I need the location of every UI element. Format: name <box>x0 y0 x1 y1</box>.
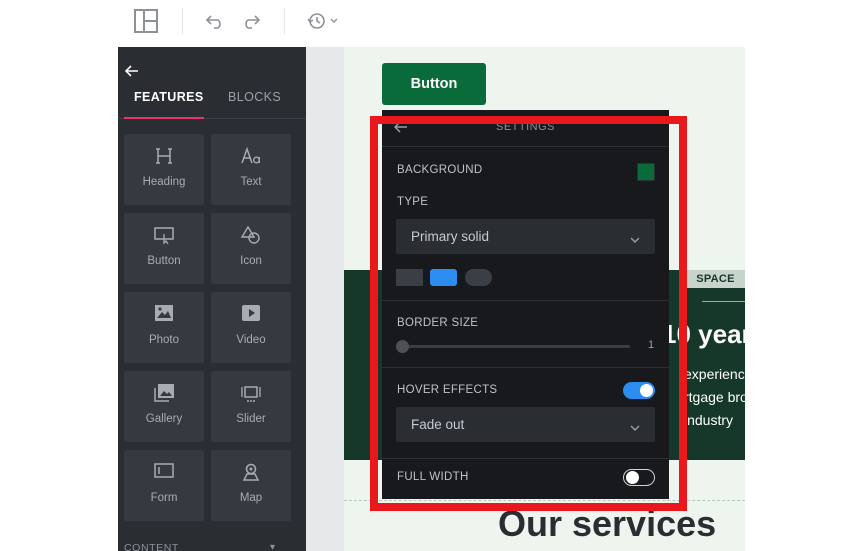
feature-tile-button[interactable]: Button <box>124 213 204 284</box>
active-tab-indicator <box>124 117 204 119</box>
form-icon <box>124 462 204 484</box>
feature-tile-text[interactable]: Text <box>211 134 291 205</box>
feature-tile-photo[interactable]: Photo <box>124 292 204 363</box>
shape-square-option[interactable] <box>396 269 423 286</box>
background-label: BACKGROUND <box>397 164 483 176</box>
feature-tile-map[interactable]: Map <box>211 450 291 521</box>
type-select[interactable]: Primary solid <box>396 219 655 254</box>
tile-label: Photo <box>148 334 180 346</box>
feature-tile-video[interactable]: Video <box>211 292 291 363</box>
layout-panels-icon[interactable] <box>130 6 162 36</box>
site-button[interactable]: Button <box>382 63 486 105</box>
toggle-knob <box>625 470 639 484</box>
border-size-slider[interactable] <box>400 345 630 348</box>
shape-rounded-option[interactable] <box>430 269 457 286</box>
tile-label: Video <box>236 334 266 346</box>
button-settings-popup: SETTINGS BACKGROUND TYPE Primary solid B… <box>382 110 669 499</box>
gallery-icon <box>124 383 204 405</box>
divider <box>382 458 669 459</box>
feature-tile-heading[interactable]: Heading <box>124 134 204 205</box>
toggle-knob <box>640 384 653 397</box>
divider <box>382 300 669 301</box>
settings-title: SETTINGS <box>495 121 555 133</box>
back-arrow-icon[interactable] <box>124 63 140 79</box>
hero-text-line: rtgage broke <box>684 389 745 405</box>
border-size-label: BORDER SIZE <box>397 317 479 329</box>
tile-label: Map <box>239 492 263 504</box>
top-toolbar <box>0 0 862 44</box>
tile-label: Icon <box>240 255 262 267</box>
hero-text-line: experience in <box>684 366 745 382</box>
tile-label: Button <box>147 255 181 267</box>
services-heading: Our services <box>498 503 717 544</box>
canvas-margin <box>745 47 862 551</box>
text-icon <box>211 146 291 168</box>
hover-effect-value: Fade out <box>411 417 465 432</box>
tile-label: Heading <box>142 176 186 188</box>
toolbar-divider <box>182 8 183 34</box>
shapes-icon <box>211 225 291 247</box>
heading-icon <box>124 146 204 168</box>
feature-tile-slider[interactable]: Slider <box>211 371 291 442</box>
map-pin-icon <box>211 462 291 484</box>
chevron-down-icon <box>630 419 640 437</box>
button-icon <box>124 225 204 247</box>
hover-effects-label: HOVER EFFECTS <box>397 384 498 396</box>
hero-heading: 10 year <box>662 319 745 349</box>
full-width-label: FULL WIDTH <box>397 471 469 483</box>
tile-label: Gallery <box>145 413 183 425</box>
photo-icon <box>124 304 204 326</box>
content-section-header[interactable]: CONTENT <box>124 542 179 551</box>
tile-label: Form <box>150 492 178 504</box>
type-select-value: Primary solid <box>411 229 490 244</box>
tile-label: Slider <box>236 413 266 425</box>
divider <box>382 367 669 368</box>
full-width-toggle[interactable] <box>623 469 655 486</box>
tile-label: Text <box>240 176 262 188</box>
panel-tabs: FEATURES BLOCKS <box>118 85 306 119</box>
border-size-value: 1 <box>648 339 655 351</box>
chevron-down-icon <box>630 231 640 249</box>
hover-effects-toggle[interactable] <box>623 382 655 399</box>
video-icon <box>211 304 291 326</box>
tab-features[interactable]: FEATURES <box>134 85 204 119</box>
divider <box>382 146 669 147</box>
hero-divider <box>702 301 745 302</box>
shape-pill-option[interactable] <box>465 269 492 286</box>
editor-screen: FEATURES BLOCKS Heading Text Button Icon… <box>0 0 862 551</box>
feature-tile-gallery[interactable]: Gallery <box>124 371 204 442</box>
tab-blocks[interactable]: BLOCKS <box>228 85 281 119</box>
section-divider <box>344 500 745 501</box>
feature-tile-form[interactable]: Form <box>124 450 204 521</box>
chevron-down-icon[interactable]: ▾ <box>270 542 275 551</box>
undo-icon[interactable] <box>202 6 228 36</box>
feature-tile-icon[interactable]: Icon <box>211 213 291 284</box>
type-label: TYPE <box>397 196 429 208</box>
features-panel: FEATURES BLOCKS Heading Text Button Icon… <box>118 47 306 551</box>
background-color-swatch[interactable] <box>637 163 655 181</box>
hover-effect-select[interactable]: Fade out <box>396 407 655 442</box>
slider-icon <box>211 383 291 405</box>
space-tag[interactable]: SPACE <box>686 270 745 288</box>
history-icon[interactable] <box>304 6 340 36</box>
toolbar-divider <box>284 8 285 34</box>
redo-icon[interactable] <box>238 6 264 36</box>
hero-text-line: industry <box>684 412 734 428</box>
border-size-slider-handle[interactable] <box>396 340 409 353</box>
